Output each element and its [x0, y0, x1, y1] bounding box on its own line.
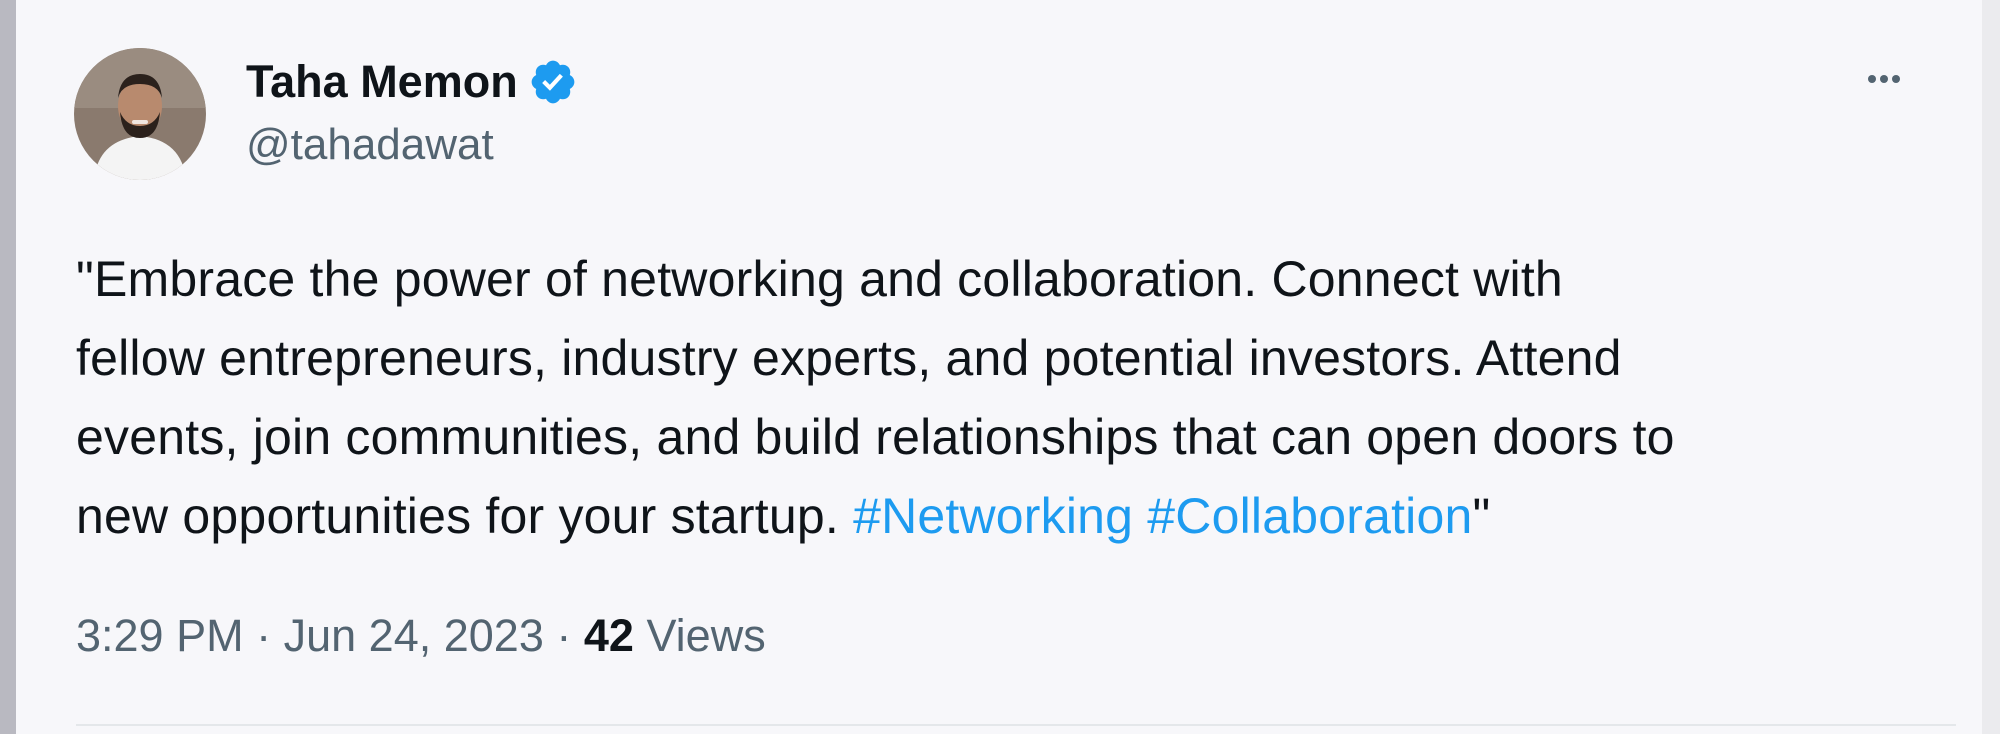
views-label: Views	[646, 610, 766, 661]
avatar[interactable]	[74, 48, 206, 180]
hashtag-collaboration[interactable]: #Collaboration	[1147, 488, 1472, 544]
window-edge-left	[0, 0, 16, 734]
tweet-card[interactable]: Taha Memon @tahadawat "Embrace the power…	[16, 0, 1982, 734]
divider	[76, 724, 1956, 726]
tweet-text: "Embrace the power of networking and col…	[76, 240, 1966, 556]
tweet-text-segment: new opportunities for your startup.	[76, 488, 854, 544]
verified-badge-icon	[531, 60, 575, 104]
tweet-text-line: "Embrace the power of networking and col…	[76, 251, 1563, 307]
window-edge-right	[1982, 0, 2000, 734]
more-options-icon[interactable]	[1854, 64, 1914, 94]
author-handle[interactable]: @tahadawat	[246, 120, 494, 170]
tweet-meta: 3:29 PM · Jun 24, 2023 · 42 Views	[76, 610, 766, 662]
tweet-date[interactable]: Jun 24, 2023	[284, 610, 544, 661]
profile-photo-icon	[74, 48, 206, 180]
meta-separator: ·	[256, 610, 272, 661]
tweet-text-line: fellow entrepreneurs, industry experts, …	[76, 330, 1622, 386]
tweet-text-line: events, join communities, and build rela…	[76, 409, 1675, 465]
author-name[interactable]: Taha Memon	[246, 56, 578, 108]
views-count: 42	[583, 610, 634, 661]
meta-separator: ·	[556, 610, 572, 661]
tweet-text-segment: "	[1472, 488, 1491, 544]
tweet-time[interactable]: 3:29 PM	[76, 610, 244, 661]
tweet-text-line: new opportunities for your startup. #Net…	[76, 477, 1966, 556]
author-display-name[interactable]: Taha Memon	[246, 56, 518, 108]
hashtag-networking[interactable]: #Networking	[853, 488, 1133, 544]
